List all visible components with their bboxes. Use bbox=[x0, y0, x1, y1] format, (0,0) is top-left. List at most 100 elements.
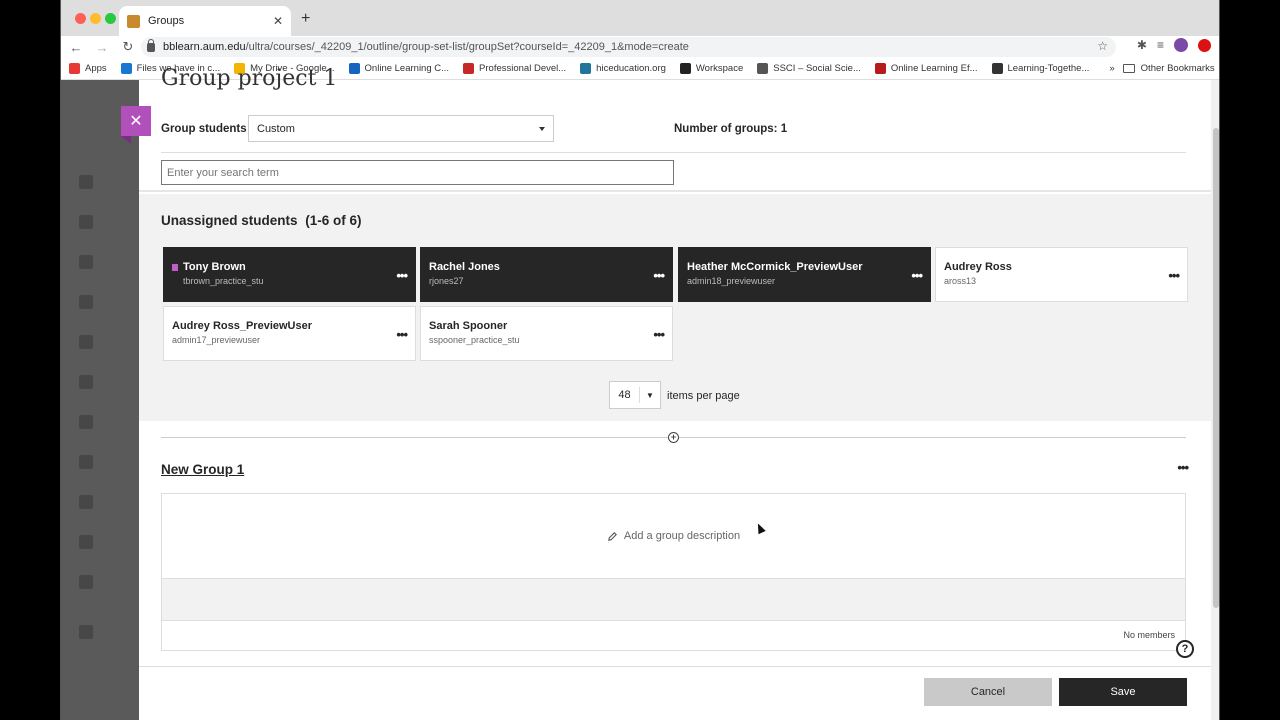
other-bookmarks-label: Other Bookmarks bbox=[1140, 63, 1215, 74]
bookmark-star-icon[interactable]: ☆ bbox=[1097, 39, 1108, 53]
tab-title: Groups bbox=[148, 15, 185, 27]
page-area: ✕ Group project 1 Group students Custom … bbox=[61, 66, 1219, 720]
divider bbox=[161, 152, 1186, 153]
student-name: Audrey Ross_PreviewUser bbox=[172, 320, 313, 332]
student-name: Audrey Ross bbox=[944, 261, 1012, 273]
student-card[interactable]: Sarah Spooner sspooner_practice_stu ••• bbox=[420, 306, 673, 361]
reload-icon[interactable]: ↻ bbox=[117, 39, 139, 55]
student-name-row: Heather McCormick_PreviewUser bbox=[687, 261, 922, 273]
student-name-row: Tony Brown bbox=[172, 261, 407, 273]
other-bookmarks[interactable]: Other Bookmarks bbox=[1122, 63, 1215, 74]
tab-close-icon[interactable]: ✕ bbox=[273, 14, 283, 28]
bookmark-item[interactable]: Online Learning Ef... bbox=[874, 63, 978, 74]
bookmark-label: hiceducation.org bbox=[596, 63, 666, 74]
student-username: admin18_previewuser bbox=[687, 276, 776, 286]
items-per-page-select[interactable]: 48 ▼ bbox=[609, 381, 661, 409]
student-username: sspooner_practice_stu bbox=[429, 335, 520, 345]
bookmark-item[interactable]: Apps bbox=[69, 63, 107, 74]
student-more-options-icon[interactable]: ••• bbox=[396, 327, 408, 342]
group-students-label: Group students bbox=[161, 123, 247, 135]
bookmark-favicon-icon bbox=[69, 63, 80, 74]
blackboard-favicon-icon bbox=[127, 14, 140, 28]
bookmark-item[interactable]: Professional Devel... bbox=[463, 63, 566, 74]
new-tab-button[interactable]: + bbox=[301, 10, 310, 28]
student-more-options-icon[interactable]: ••• bbox=[911, 268, 923, 283]
group-name[interactable]: New Group 1 bbox=[161, 462, 244, 477]
student-card[interactable]: Heather McCormick_PreviewUser admin18_pre… bbox=[678, 247, 931, 302]
items-per-page-value: 48 bbox=[610, 387, 640, 403]
members-drop-zone[interactable] bbox=[161, 578, 1186, 621]
back-arrow-icon[interactable]: ← bbox=[65, 40, 87, 55]
student-more-options-icon[interactable]: ••• bbox=[396, 268, 408, 283]
bookmark-favicon-icon bbox=[757, 63, 769, 74]
sidebar-dim-icon bbox=[79, 415, 93, 429]
sidebar-dim-icon bbox=[79, 575, 93, 589]
forward-arrow-icon[interactable]: → bbox=[91, 40, 113, 55]
student-card[interactable]: Audrey Ross_PreviewUser admin17_previewus… bbox=[163, 306, 416, 361]
course-sidebar-dimmed bbox=[61, 80, 139, 720]
bookmark-label: Online Learning C... bbox=[364, 63, 450, 74]
extensions-puzzle-icon[interactable]: ✱ bbox=[1137, 38, 1147, 52]
help-icon[interactable]: ? bbox=[1176, 640, 1194, 658]
bookmark-favicon-icon bbox=[463, 63, 475, 74]
group-more-options-icon[interactable]: ••• bbox=[1177, 460, 1189, 475]
save-button[interactable]: Save bbox=[1059, 678, 1187, 706]
unassigned-students-heading: Unassigned students (1-6 of 6) bbox=[161, 213, 362, 228]
bookmark-label: Learning-Togethe... bbox=[1007, 63, 1090, 74]
lock-icon bbox=[147, 38, 155, 52]
no-members-text: No members bbox=[1123, 630, 1175, 640]
bookmark-item[interactable]: Workspace bbox=[679, 63, 743, 74]
bookmark-item[interactable]: hiceducation.org bbox=[580, 63, 666, 74]
add-group-plus-icon[interactable]: + bbox=[668, 432, 679, 443]
sidebar-dim-icon bbox=[79, 495, 93, 509]
group-description-area[interactable]: Add a group description bbox=[161, 493, 1186, 578]
student-name-row: Audrey Ross bbox=[944, 261, 1179, 273]
sidebar-dim-icon bbox=[79, 375, 93, 389]
bookmark-favicon-icon bbox=[580, 63, 592, 74]
bookmark-item[interactable]: Learning-Togethe... bbox=[991, 63, 1090, 74]
group-students-select[interactable]: Custom bbox=[248, 115, 554, 142]
student-username: aross13 bbox=[944, 276, 977, 286]
student-more-options-icon[interactable]: ••• bbox=[653, 268, 665, 283]
minimize-window-button[interactable] bbox=[90, 13, 101, 24]
action-bar: Cancel Save bbox=[139, 666, 1211, 720]
student-card[interactable]: Tony Brown tbrown_practice_stu ••• bbox=[163, 247, 416, 302]
add-description-link[interactable]: Add a group description bbox=[624, 530, 740, 542]
search-input[interactable] bbox=[161, 160, 674, 185]
student-card[interactable]: Audrey Ross aross13 ••• bbox=[935, 247, 1188, 302]
student-more-options-icon[interactable]: ••• bbox=[1168, 268, 1180, 283]
bookmark-label: Professional Devel... bbox=[479, 63, 567, 74]
cancel-button[interactable]: Cancel bbox=[924, 678, 1052, 706]
extension-red-icon[interactable] bbox=[1198, 38, 1211, 52]
bookmark-favicon-icon bbox=[348, 63, 360, 74]
panel-header: Group project 1 Group students Custom Nu… bbox=[139, 66, 1211, 192]
profile-avatar[interactable] bbox=[1174, 38, 1188, 52]
student-card[interactable]: Rachel Jones rjones27 ••• bbox=[420, 247, 673, 302]
group-students-value: Custom bbox=[257, 122, 295, 135]
bookmark-favicon-icon bbox=[874, 63, 886, 74]
flag-icon bbox=[172, 263, 178, 271]
bookmark-favicon-icon bbox=[679, 63, 691, 74]
bookmark-label: Apps bbox=[85, 63, 107, 74]
address-bar[interactable]: bblearn.aum.edu/ultra/courses/_42209_1/o… bbox=[141, 37, 1116, 57]
close-window-button[interactable] bbox=[75, 13, 86, 24]
sidebar-dim-icon bbox=[79, 625, 93, 639]
student-more-options-icon[interactable]: ••• bbox=[653, 327, 665, 342]
bookmark-item[interactable]: SSCI – Social Scie... bbox=[757, 63, 861, 74]
close-panel-button[interactable]: ✕ bbox=[121, 106, 151, 144]
sidebar-dim-icon bbox=[79, 535, 93, 549]
student-name: Rachel Jones bbox=[429, 261, 500, 273]
scrollbar[interactable] bbox=[1211, 80, 1219, 720]
browser-tab[interactable]: Groups ✕ bbox=[119, 6, 291, 36]
bookmark-item[interactable]: Online Learning C... bbox=[348, 63, 450, 74]
maximize-window-button[interactable] bbox=[105, 13, 116, 24]
unassigned-count: (1-6 of 6) bbox=[305, 213, 362, 228]
tab-strip: Groups ✕ + bbox=[61, 0, 1219, 36]
student-name: Tony Brown bbox=[183, 261, 246, 273]
bookmarks-overflow-icon[interactable]: » bbox=[1109, 63, 1114, 74]
student-username: admin17_previewuser bbox=[172, 335, 261, 345]
scroll-thumb[interactable] bbox=[1213, 128, 1219, 608]
reading-list-icon[interactable]: ≡ bbox=[1157, 38, 1164, 52]
student-name-row: Audrey Ross_PreviewUser bbox=[172, 320, 407, 332]
bookmark-label: SSCI – Social Scie... bbox=[773, 63, 861, 74]
